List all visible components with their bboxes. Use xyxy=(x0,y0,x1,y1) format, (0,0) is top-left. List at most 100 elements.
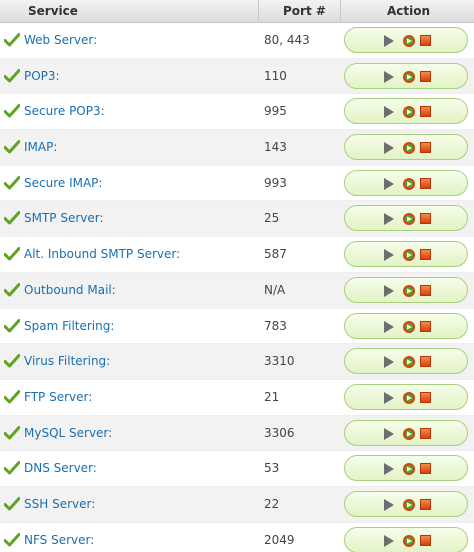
service-name-link[interactable]: Spam Filtering: xyxy=(24,319,114,333)
stop-button[interactable] xyxy=(419,248,433,262)
start-button[interactable] xyxy=(382,462,396,476)
restart-button[interactable] xyxy=(402,248,416,262)
check-icon xyxy=(4,282,20,297)
start-button[interactable] xyxy=(382,427,396,441)
start-button[interactable] xyxy=(382,391,396,405)
restart-icon xyxy=(403,391,415,404)
stop-icon xyxy=(419,106,433,118)
check-icon xyxy=(4,33,20,47)
restart-button[interactable] xyxy=(402,141,416,155)
play-icon xyxy=(382,391,396,404)
start-button[interactable] xyxy=(382,355,396,369)
play-icon xyxy=(382,35,396,47)
service-name-link[interactable]: Secure IMAP: xyxy=(24,176,102,190)
service-name-link[interactable]: IMAP: xyxy=(24,140,57,154)
start-button[interactable] xyxy=(382,284,396,298)
service-row: Secure POP3: 995 xyxy=(0,94,474,131)
restart-button[interactable] xyxy=(402,498,416,512)
restart-icon xyxy=(403,463,415,476)
restart-icon xyxy=(403,427,415,440)
service-row: Virus Filtering: 3310 xyxy=(0,344,474,380)
action-buttons xyxy=(344,276,468,303)
start-button[interactable] xyxy=(382,320,396,334)
stop-button[interactable] xyxy=(419,34,433,48)
port-value: 22 xyxy=(264,496,280,511)
check-icon xyxy=(4,354,20,368)
stop-button[interactable] xyxy=(419,320,433,334)
stop-button[interactable] xyxy=(419,427,433,441)
stop-icon xyxy=(419,427,433,439)
start-button[interactable] xyxy=(382,498,396,512)
service-name-link[interactable]: FTP Server: xyxy=(24,390,92,404)
service-name-link[interactable]: Web Server: xyxy=(24,33,97,47)
stop-button[interactable] xyxy=(419,534,433,548)
service-row: MySQL Server: 3306 xyxy=(0,415,474,452)
stop-button[interactable] xyxy=(419,70,433,84)
service-name-link[interactable]: SMTP Server: xyxy=(24,211,104,225)
port-value: 2049 xyxy=(264,532,295,547)
action-buttons xyxy=(344,62,468,89)
start-button[interactable] xyxy=(382,212,396,226)
restart-button[interactable] xyxy=(402,212,416,226)
restart-button[interactable] xyxy=(402,320,416,334)
stop-button[interactable] xyxy=(419,498,433,512)
start-button[interactable] xyxy=(382,248,396,262)
play-icon xyxy=(382,284,396,297)
start-button[interactable] xyxy=(382,141,396,155)
stop-button[interactable] xyxy=(419,462,433,476)
port-value: 3306 xyxy=(264,425,295,440)
start-button[interactable] xyxy=(382,70,396,84)
check-icon xyxy=(4,389,20,404)
stop-icon xyxy=(419,35,433,46)
restart-icon xyxy=(403,35,415,47)
start-button[interactable] xyxy=(382,105,396,119)
service-name-link[interactable]: NFS Server: xyxy=(24,533,94,547)
restart-button[interactable] xyxy=(402,34,416,48)
stop-icon xyxy=(419,70,433,82)
restart-icon xyxy=(403,498,415,511)
stop-button[interactable] xyxy=(419,105,433,119)
start-button[interactable] xyxy=(382,534,396,548)
stop-button[interactable] xyxy=(419,212,433,226)
service-name-link[interactable]: Virus Filtering: xyxy=(24,354,110,368)
restart-button[interactable] xyxy=(402,105,416,119)
restart-button[interactable] xyxy=(402,70,416,84)
start-button[interactable] xyxy=(382,34,396,48)
service-name-link[interactable]: Outbound Mail: xyxy=(24,283,116,297)
restart-button[interactable] xyxy=(402,284,416,298)
play-icon xyxy=(382,142,396,155)
stop-icon xyxy=(419,463,433,475)
start-button[interactable] xyxy=(382,177,396,191)
check-icon xyxy=(4,532,20,547)
check-icon xyxy=(4,461,20,475)
service-name-link[interactable]: DNS Server: xyxy=(24,461,97,475)
service-name-link[interactable]: Secure POP3: xyxy=(24,104,105,118)
stop-button[interactable] xyxy=(419,284,433,298)
action-buttons xyxy=(344,455,468,482)
restart-button[interactable] xyxy=(402,355,416,369)
table-header: Service Port # Action xyxy=(0,0,474,23)
check-icon xyxy=(4,496,20,511)
action-buttons xyxy=(344,490,468,517)
restart-button[interactable] xyxy=(402,427,416,441)
restart-button[interactable] xyxy=(402,391,416,405)
port-value: 783 xyxy=(264,318,287,333)
service-row: Web Server: 80, 443 xyxy=(0,23,474,59)
stop-button[interactable] xyxy=(419,391,433,405)
stop-button[interactable] xyxy=(419,355,433,369)
restart-button[interactable] xyxy=(402,534,416,548)
service-name-link[interactable]: MySQL Server: xyxy=(24,426,112,440)
check-icon xyxy=(4,318,20,332)
stop-button[interactable] xyxy=(419,177,433,191)
restart-button[interactable] xyxy=(402,462,416,476)
restart-button[interactable] xyxy=(402,177,416,191)
stop-button[interactable] xyxy=(419,141,433,155)
service-name-link[interactable]: Alt. Inbound SMTP Server: xyxy=(24,247,180,261)
service-row: NFS Server: 2049 xyxy=(0,522,474,552)
service-name-link[interactable]: SSH Server: xyxy=(24,497,95,511)
stop-icon xyxy=(419,249,433,261)
service-name-link[interactable]: POP3: xyxy=(24,69,60,83)
play-icon xyxy=(382,320,396,333)
port-value: 993 xyxy=(264,175,287,190)
port-value: 53 xyxy=(264,461,280,476)
